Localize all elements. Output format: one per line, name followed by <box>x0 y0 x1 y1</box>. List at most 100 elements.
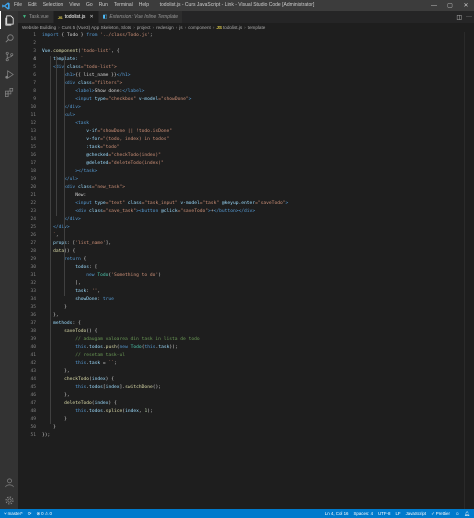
code-line[interactable]: return { <box>42 256 464 264</box>
close-window-icon[interactable]: ✕ <box>458 0 474 11</box>
code-line[interactable]: // adaugam valoarea din task in lista de… <box>42 336 464 344</box>
breadcrumb-item[interactable]: template <box>248 25 266 30</box>
close-tab-icon[interactable]: ✕ <box>89 14 93 20</box>
menu-item-selection[interactable]: Selection <box>40 0 67 11</box>
manage-gear-icon[interactable] <box>0 491 18 509</box>
menu-item-run[interactable]: Run <box>96 0 111 11</box>
code-line[interactable]: saveTodo() { <box>42 328 464 336</box>
menu-item-help[interactable]: Help <box>136 0 152 11</box>
tab-task-vue[interactable]: ▼ Task.vue <box>18 11 54 23</box>
code-line[interactable]: } <box>42 424 464 432</box>
sync-indicator[interactable]: ⟳ <box>28 511 32 517</box>
code-line[interactable]: @checked="checkTodo(index)" <box>42 152 464 160</box>
code-line[interactable]: <label>Show done:</label> <box>42 88 464 96</box>
code-line[interactable]: <ul> <box>42 112 464 120</box>
source-control-icon[interactable] <box>0 47 18 65</box>
code-line[interactable]: } <box>42 416 464 424</box>
code-line[interactable]: <input type="text" class="task_input" v-… <box>42 200 464 208</box>
extensions-icon[interactable] <box>0 83 18 101</box>
code-line[interactable]: </div> <box>42 224 464 232</box>
breadcrumb-item[interactable]: js <box>179 25 182 30</box>
code-line[interactable] <box>42 40 464 48</box>
formatter-indicator[interactable]: ✓ Prettier <box>431 511 450 517</box>
code-line[interactable]: template: ` <box>42 56 464 64</box>
code-line[interactable]: New: <box>42 192 464 200</box>
code-line[interactable]: } <box>42 304 464 312</box>
maximize-icon[interactable]: ▢ <box>442 0 458 11</box>
branch-indicator[interactable]: ⑂ master* <box>4 511 23 516</box>
menu-item-go[interactable]: Go <box>83 0 96 11</box>
code-line[interactable]: </div> <box>42 104 464 112</box>
account-icon[interactable] <box>0 473 18 491</box>
code-line[interactable]: data() { <box>42 248 464 256</box>
menu-item-terminal[interactable]: Terminal <box>111 0 136 11</box>
code-line[interactable]: props: ['list_name'], <box>42 240 464 248</box>
code-line[interactable]: todos: [ <box>42 264 464 272</box>
minimize-icon[interactable]: — <box>426 0 442 11</box>
code-line[interactable]: this.todos.push(new Todo(this.task)); <box>42 344 464 352</box>
breadcrumb-item[interactable]: redesign <box>156 25 174 30</box>
code-line[interactable]: <div class="filters"> <box>42 80 464 88</box>
code-line[interactable]: }, <box>42 392 464 400</box>
code-line[interactable]: <div class="save_task"><button @click="s… <box>42 208 464 216</box>
code-area[interactable]: import { Todo } from '../class/Todo.js';… <box>42 32 464 440</box>
code-line[interactable]: // resetam task-ul <box>42 352 464 360</box>
code-line[interactable]: ], <box>42 280 464 288</box>
code-line[interactable]: <h1>{{ list_name }}</h1> <box>42 72 464 80</box>
code-line[interactable]: deleteTodo(index) { <box>42 400 464 408</box>
code-line[interactable]: `, <box>42 232 464 240</box>
code-line[interactable]: this.task = ``; <box>42 360 464 368</box>
breadcrumb-item[interactable]: component <box>188 25 211 30</box>
tab-extension-vue-inline-template[interactable]: ◧ Extension: Vue Inline Template <box>98 11 184 23</box>
explorer-icon[interactable] <box>0 11 18 29</box>
search-icon[interactable] <box>0 29 18 47</box>
feedback-icon[interactable]: ☺ <box>455 511 459 516</box>
code-line[interactable]: }); <box>42 432 464 440</box>
end-of-line[interactable]: LF <box>395 511 400 516</box>
notifications-bell-icon[interactable]: 🔔︎ <box>464 511 470 517</box>
cursor-position[interactable]: Ln 4, Col 16 <box>325 511 349 516</box>
breadcrumb-item[interactable]: Curs 5 (Vue3) App Skeleton, Slots <box>62 25 132 30</box>
tab-todolist-js[interactable]: JS todolist.js ✕ <box>53 11 99 23</box>
language-mode[interactable]: JavaScript <box>406 511 427 516</box>
encoding[interactable]: UTF-8 <box>378 511 390 516</box>
code-line[interactable]: showDone: true <box>42 296 464 304</box>
code-line[interactable]: v-if="showDone || !todo.isDone" <box>42 128 464 136</box>
indentation[interactable]: Spaces: 4 <box>353 511 373 516</box>
code-line[interactable]: new Todo('Something to do') <box>42 272 464 280</box>
code-line[interactable]: }, <box>42 368 464 376</box>
code-line[interactable]: import { Todo } from '../class/Todo.js'; <box>42 32 464 40</box>
scrollbar[interactable] <box>464 32 474 509</box>
menu-item-view[interactable]: View <box>66 0 83 11</box>
code-line[interactable]: v-for="(todo, index) in todos" <box>42 136 464 144</box>
line-number: 39 <box>30 337 36 342</box>
menu-item-file[interactable]: File <box>11 0 25 11</box>
code-line[interactable]: <div class="new_task"> <box>42 184 464 192</box>
code-line[interactable]: this.todos.splice(index, 1); <box>42 408 464 416</box>
code-line[interactable]: Vue.component('todo-list', { <box>42 48 464 56</box>
breadcrumb-item[interactable]: project <box>137 25 151 30</box>
breadcrumb-item[interactable]: todolist.js <box>223 25 242 30</box>
code-line[interactable]: </ul> <box>42 176 464 184</box>
code-line[interactable]: ></task> <box>42 168 464 176</box>
code-line[interactable]: checkTodo(index) { <box>42 376 464 384</box>
code-line[interactable]: this.todos[index].switchDone(); <box>42 384 464 392</box>
code-line[interactable]: :task="todo" <box>42 144 464 152</box>
more-actions-icon[interactable]: ··· <box>466 14 472 20</box>
code-line[interactable]: <input type="checkbox" v-model="showDone… <box>42 96 464 104</box>
code-line[interactable]: task: '', <box>42 288 464 296</box>
code-line[interactable]: @deleted="deleteTodo(index)" <box>42 160 464 168</box>
breadcrumb-item[interactable]: Website Building <box>22 25 56 30</box>
code-line[interactable]: }, <box>42 312 464 320</box>
code-line[interactable]: <task <box>42 120 464 128</box>
code-token: ="showDone || !todo.isDone" <box>97 129 173 134</box>
run-debug-icon[interactable] <box>0 65 18 83</box>
code-editor[interactable]: 1 2 3 4 5 6 7 8 9 10 11 12 13 14 15 16 17 18 19 20 21 22 23 24 2… <box>18 32 474 509</box>
code-line[interactable]: <div class="todo-list"> <box>42 64 464 72</box>
split-editor-icon[interactable]: ◫ <box>456 14 462 21</box>
code-token: ` <box>42 233 56 238</box>
code-line[interactable]: methods: { <box>42 320 464 328</box>
problems-indicator[interactable]: ⊗ 0 ⚠ 0 <box>36 511 52 517</box>
menu-item-edit[interactable]: Edit <box>25 0 40 11</box>
code-line[interactable]: </div> <box>42 216 464 224</box>
